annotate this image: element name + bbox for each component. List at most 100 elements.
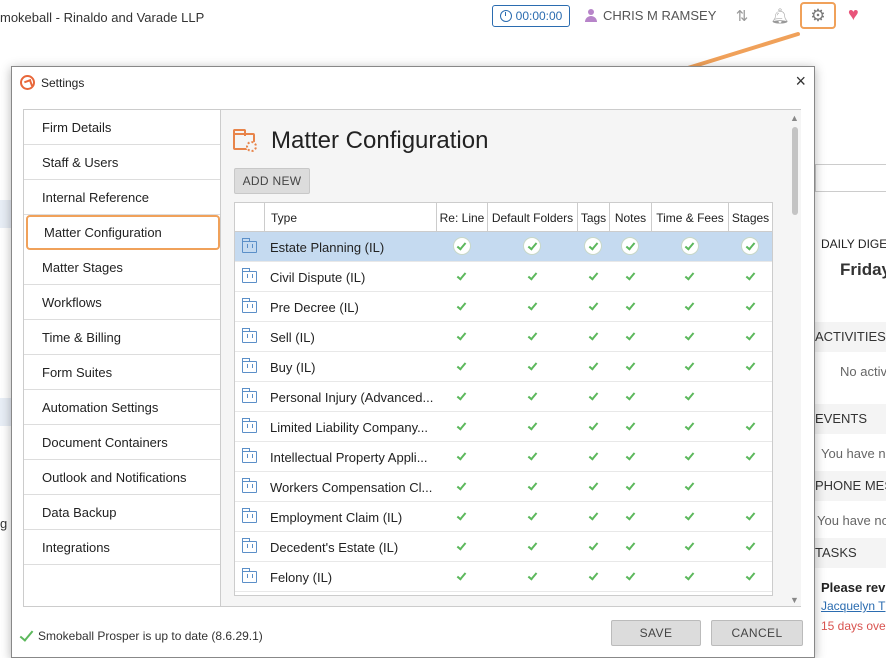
check-icon: [524, 538, 540, 554]
nav-item-integrations[interactable]: Integrations: [24, 530, 220, 565]
check-icon: [524, 388, 540, 404]
sync-icon[interactable]: ⇅: [732, 6, 752, 26]
check-icon: [454, 568, 470, 584]
check-icon: [622, 328, 638, 344]
matter-type-icon: [241, 568, 258, 584]
matter-type-icon: [241, 388, 258, 404]
check-icon: [585, 538, 601, 554]
user-icon: [585, 8, 597, 23]
check-icon: [622, 418, 638, 434]
user-name: CHRIS M RAMSEY: [603, 8, 717, 23]
check-icon: [622, 538, 638, 554]
matter-type-name: Employment Claim (IL): [270, 509, 403, 525]
column-header-type[interactable]: Type: [264, 203, 436, 232]
check-icon: [742, 418, 758, 434]
check-icon: [454, 328, 470, 344]
matter-types-table: Type Re: Line Default Folders Tags Notes Time…: [234, 202, 773, 596]
check-icon: [524, 298, 540, 314]
table-row[interactable]: Limited Liability Company...: [235, 412, 772, 442]
cancel-button[interactable]: CANCEL: [711, 620, 803, 646]
right-panel-input[interactable]: [815, 164, 886, 192]
table-row[interactable]: Buy (IL): [235, 352, 772, 382]
check-icon: [682, 388, 698, 404]
task-title[interactable]: Please revi: [821, 580, 886, 595]
nav-item-matter-stages[interactable]: Matter Stages: [24, 250, 220, 285]
check-icon: [742, 298, 758, 314]
check-icon: [524, 328, 540, 344]
check-icon: [524, 418, 540, 434]
save-button[interactable]: SAVE: [611, 620, 701, 646]
nav-item-firm-details[interactable]: Firm Details: [24, 110, 220, 145]
column-header-stages[interactable]: Stages: [728, 203, 772, 232]
check-icon: [454, 508, 470, 524]
table-row[interactable]: Pre Decree (IL): [235, 292, 772, 322]
column-header-default-folders[interactable]: Default Folders: [487, 203, 577, 232]
nav-item-workflows[interactable]: Workflows: [24, 285, 220, 320]
check-icon: [682, 358, 698, 374]
nav-item-automation-settings[interactable]: Automation Settings: [24, 390, 220, 425]
scroll-up-icon[interactable]: ▲: [790, 113, 799, 123]
table-row[interactable]: Workers Compensation Cl...: [235, 472, 772, 502]
task-assignee[interactable]: Jacquelyn T: [821, 599, 885, 613]
check-icon: [742, 268, 758, 284]
timer-button[interactable]: 00:00:00: [492, 5, 570, 27]
status-text: Smokeball Prosper is up to date (8.6.29.…: [38, 629, 263, 643]
check-icon: [585, 568, 601, 584]
nav-item-time-billing[interactable]: Time & Billing: [24, 320, 220, 355]
check-icon: [682, 418, 698, 434]
check-icon: [622, 478, 638, 494]
table-row[interactable]: Personal Injury (Advanced...: [235, 382, 772, 412]
check-icon: [524, 448, 540, 464]
check-icon: [682, 328, 698, 344]
scrollbar[interactable]: ▲ ▼: [789, 111, 801, 605]
check-icon: [742, 538, 758, 554]
nav-item-document-containers[interactable]: Document Containers: [24, 425, 220, 460]
check-icon: [682, 508, 698, 524]
check-icon: [585, 478, 601, 494]
bell-icon[interactable]: 🔔︎: [770, 6, 790, 26]
matter-type-icon: [241, 328, 258, 344]
table-row[interactable]: Intellectual Property Appli...: [235, 442, 772, 472]
settings-gear-button[interactable]: ⚙: [800, 2, 836, 29]
table-row[interactable]: Felony (IL): [235, 562, 772, 592]
nav-item-matter-configuration[interactable]: Matter Configuration: [26, 215, 220, 250]
check-icon: [454, 268, 470, 284]
user-menu[interactable]: CHRIS M RAMSEY: [585, 8, 716, 23]
check-icon: [682, 268, 698, 284]
activities-label: ACTIVITIES: [815, 329, 886, 344]
heart-icon[interactable]: ♥: [848, 4, 859, 25]
check-icon: [454, 538, 470, 554]
scroll-thumb[interactable]: [792, 127, 798, 215]
app-title: mokeball - Rinaldo and Varade LLP: [0, 10, 205, 25]
table-row[interactable]: Decedent's Estate (IL): [235, 532, 772, 562]
matter-type-name: Pre Decree (IL): [270, 299, 359, 315]
nav-item-internal-reference[interactable]: Internal Reference: [24, 180, 220, 215]
nav-item-outlook-and-notifications[interactable]: Outlook and Notifications: [24, 460, 220, 495]
events-label: EVENTS: [815, 411, 868, 426]
table-row[interactable]: Sell (IL): [235, 322, 772, 352]
table-row[interactable]: Civil Dispute (IL): [235, 262, 772, 292]
column-header-re-line[interactable]: Re: Line: [436, 203, 487, 232]
table-row[interactable]: Employment Claim (IL): [235, 502, 772, 532]
table-row[interactable]: Estate Planning (IL): [235, 232, 772, 262]
column-header-notes[interactable]: Notes: [609, 203, 651, 232]
check-icon: [622, 508, 638, 524]
check-icon: [742, 568, 758, 584]
scroll-down-icon[interactable]: ▼: [790, 595, 799, 605]
matter-type-icon: [241, 268, 258, 284]
check-icon: [585, 238, 601, 254]
check-icon: [622, 568, 638, 584]
check-icon: [622, 388, 638, 404]
nav-item-form-suites[interactable]: Form Suites: [24, 355, 220, 390]
add-new-button[interactable]: ADD NEW: [234, 168, 310, 194]
column-header-tags[interactable]: Tags: [577, 203, 609, 232]
check-icon: [742, 238, 758, 254]
check-icon: [524, 508, 540, 524]
task-due: 15 days ove: [821, 619, 886, 633]
close-icon[interactable]: ×: [795, 71, 806, 92]
matter-type-name: Personal Injury (Advanced...: [270, 389, 434, 405]
nav-item-data-backup[interactable]: Data Backup: [24, 495, 220, 530]
check-icon: [585, 358, 601, 374]
nav-item-staff-users[interactable]: Staff & Users: [24, 145, 220, 180]
column-header-time-fees[interactable]: Time & Fees: [651, 203, 728, 232]
